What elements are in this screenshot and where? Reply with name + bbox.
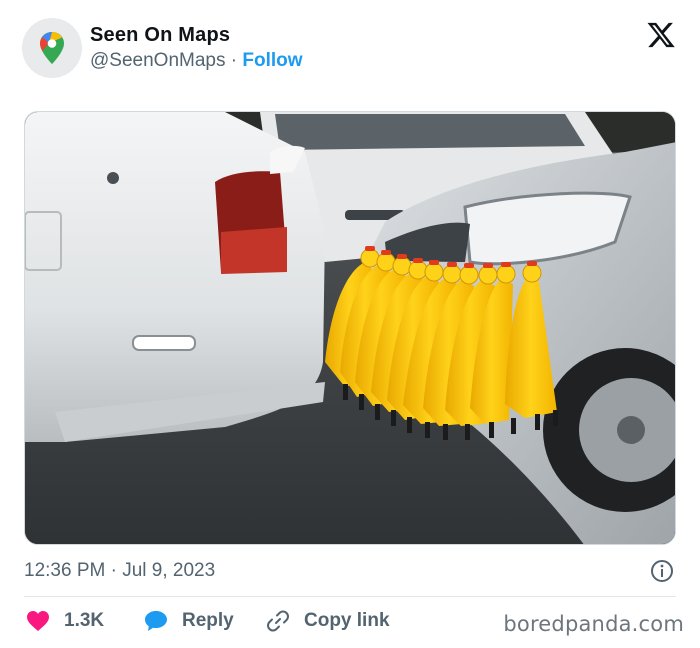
- copy-link-button[interactable]: Copy link: [266, 606, 390, 636]
- speech-bubble-icon: [145, 611, 167, 631]
- heart-icon: [27, 611, 49, 631]
- reply-label: Reply: [182, 610, 234, 631]
- x-logo-icon[interactable]: [646, 20, 676, 50]
- link-icon: [267, 610, 289, 632]
- tweet-header: Seen On Maps @SeenOnMaps · Follow: [22, 18, 682, 82]
- timestamp-row: 12:36 PM · Jul 9, 2023: [24, 556, 676, 586]
- parked-cars-rubber-chickens-photo: [25, 112, 675, 544]
- avatar[interactable]: [22, 18, 82, 78]
- reply-button[interactable]: Reply: [144, 606, 234, 636]
- info-icon[interactable]: [650, 559, 674, 583]
- divider: [24, 596, 676, 597]
- watermark: boredpanda.com: [503, 612, 684, 636]
- copy-link-label: Copy link: [304, 610, 390, 631]
- separator: ·: [230, 50, 238, 71]
- handle-line: @SeenOnMaps · Follow: [90, 50, 303, 72]
- tweet-photo[interactable]: [24, 111, 676, 545]
- author-handle[interactable]: @SeenOnMaps: [90, 50, 225, 71]
- google-maps-pin-icon: [40, 32, 64, 64]
- follow-button[interactable]: Follow: [242, 50, 302, 71]
- tweet-timestamp[interactable]: 12:36 PM · Jul 9, 2023: [24, 560, 215, 582]
- author-name[interactable]: Seen On Maps: [90, 24, 230, 47]
- like-count: 1.3K: [64, 610, 105, 631]
- like-button[interactable]: 1.3K: [26, 606, 104, 636]
